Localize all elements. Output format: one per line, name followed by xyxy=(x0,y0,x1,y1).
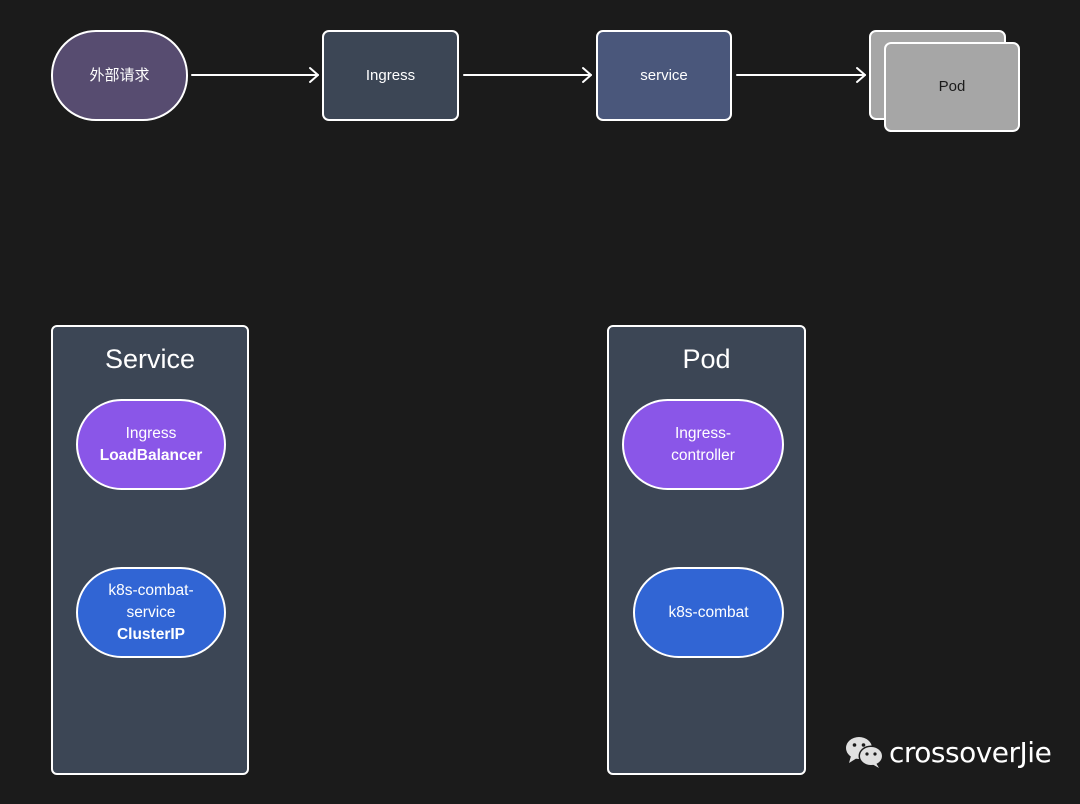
service-container: Service Ingress LoadBalancer k8s-combat-… xyxy=(51,325,249,775)
node-line: service xyxy=(126,603,176,621)
node-type-label: ClusterIP xyxy=(116,625,186,643)
service-label: service xyxy=(640,66,688,84)
node-line: k8s-combat- xyxy=(108,581,194,599)
node-line: Ingress xyxy=(125,424,177,442)
k8s-combat-node: k8s-combat xyxy=(633,567,784,658)
service-container-title: Service xyxy=(104,344,196,374)
pod-node: Pod xyxy=(884,42,1020,132)
ingress-controller-node: Ingress- controller xyxy=(622,399,784,490)
node-type-label: LoadBalancer xyxy=(99,446,203,464)
pod-container: Pod Ingress- controller k8s-combat xyxy=(607,325,806,775)
ingress-node: Ingress xyxy=(322,30,459,121)
node-line: controller xyxy=(671,446,735,464)
k8s-combat-service-clusterip-node: k8s-combat- service ClusterIP xyxy=(76,567,226,658)
node-line: k8s-combat xyxy=(668,603,749,621)
arrow-service-to-pod xyxy=(736,67,866,83)
arrow-ingress-to-service xyxy=(463,67,592,83)
ingress-loadbalancer-node: Ingress LoadBalancer xyxy=(76,399,226,490)
arrow-external-to-ingress xyxy=(191,67,319,83)
ingress-label: Ingress xyxy=(365,66,416,84)
node-line: Ingress- xyxy=(675,424,731,442)
pod-container-title: Pod xyxy=(682,344,731,374)
watermark-text: crossoverJie xyxy=(889,735,1052,769)
watermark: crossoverJie xyxy=(845,735,1052,769)
pod-label: Pod xyxy=(938,78,966,95)
wechat-icon xyxy=(846,737,884,768)
service-node: service xyxy=(596,30,732,121)
